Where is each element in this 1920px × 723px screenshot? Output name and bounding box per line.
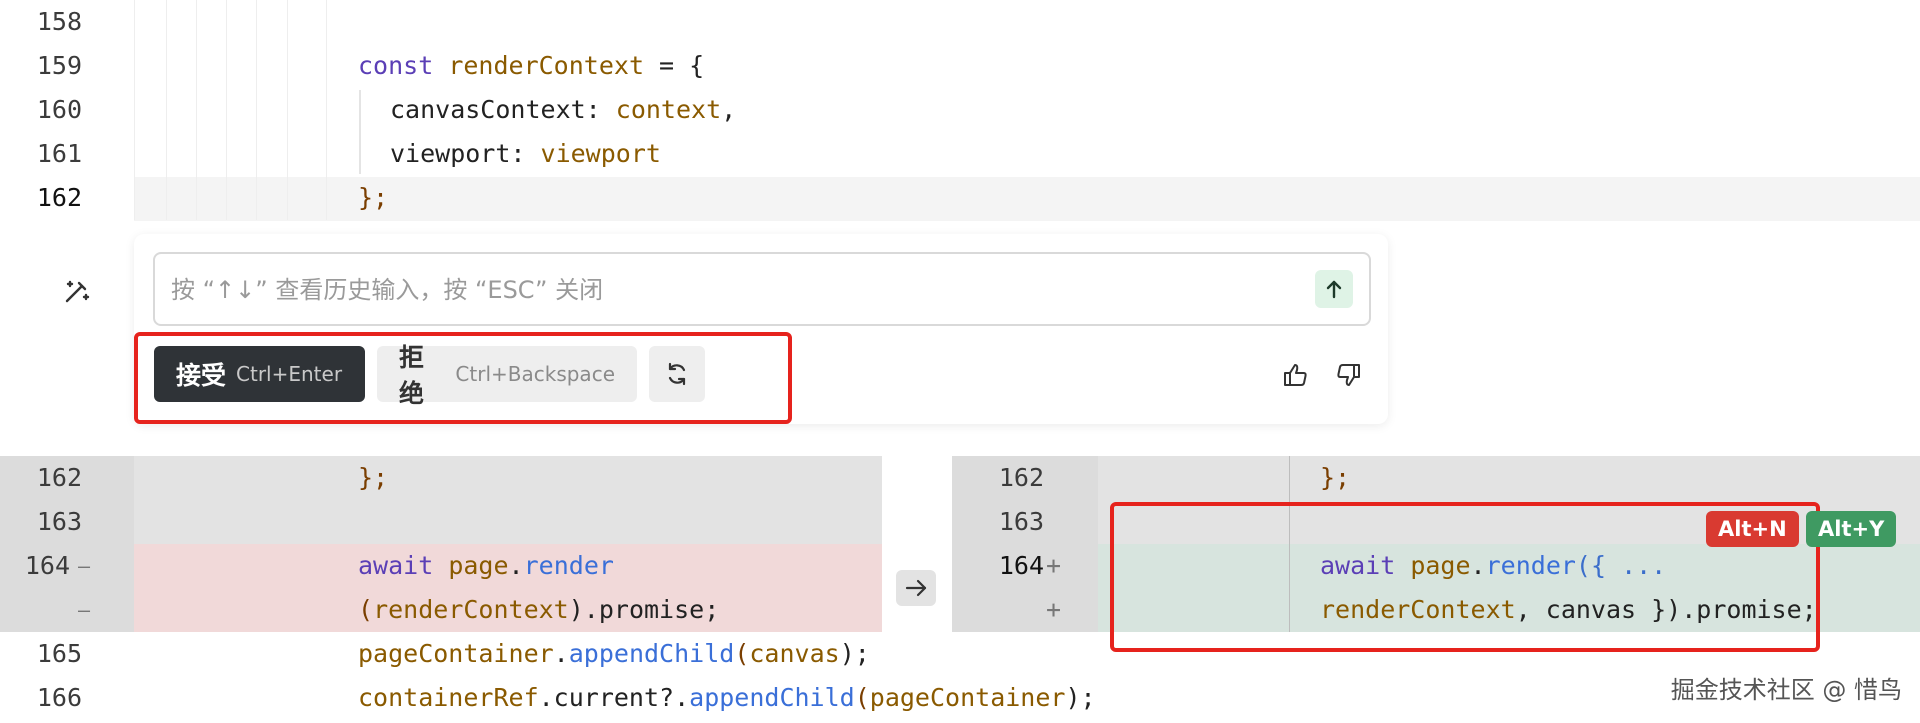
code-text: (renderContext).promise;	[358, 588, 719, 632]
code-text: };	[1320, 463, 1351, 492]
line-number: 161	[36, 139, 82, 168]
code-punct: );	[839, 639, 870, 668]
accept-shortcut-badge[interactable]: Alt+Y	[1806, 511, 1897, 547]
line-number: 162	[36, 183, 82, 212]
function-name: appendChild	[689, 683, 855, 712]
code-punct: ).promise;	[568, 595, 720, 624]
code-text: const renderContext = {	[358, 44, 704, 88]
code-text: containerRef.current?.appendChild(pageCo…	[358, 676, 1096, 720]
left-context-bg	[134, 456, 882, 544]
line-number: 164	[998, 551, 1044, 580]
line-number: 163	[36, 507, 82, 536]
arrow-right-icon	[904, 578, 928, 598]
magic-wand-icon[interactable]	[62, 276, 92, 306]
identifier: renderContext	[448, 51, 644, 80]
code-punct: );	[1065, 683, 1096, 712]
code-punct: (	[734, 639, 750, 668]
thumbs-up-button[interactable]	[1280, 360, 1310, 390]
highlight-box-actions	[134, 332, 792, 424]
code-text: pageContainer.appendChild(canvas);	[358, 632, 870, 676]
arrow-up-icon	[1323, 278, 1345, 300]
removed-marker: —	[78, 598, 91, 622]
object-indent-guide	[359, 90, 361, 174]
apply-change-button[interactable]	[896, 570, 936, 606]
line-number: 159	[36, 51, 82, 80]
identifier: pageContainer	[358, 639, 554, 668]
code-punct: (	[854, 683, 870, 712]
value: context	[615, 95, 722, 124]
line-number: 165	[36, 639, 82, 668]
function-name: appendChild	[568, 639, 735, 668]
identifier: containerRef	[358, 683, 539, 712]
added-marker: +	[1046, 595, 1062, 624]
reject-shortcut-badge[interactable]: Alt+N	[1706, 511, 1799, 547]
line-number: 160	[36, 95, 82, 124]
line-number: 166	[36, 683, 82, 712]
line-number: 162	[998, 463, 1044, 492]
line-number: 164	[24, 551, 70, 580]
prompt-input[interactable]	[169, 254, 1273, 326]
code-punct: = {	[644, 51, 705, 80]
code-punct: (	[358, 595, 374, 624]
thumbs-down-button[interactable]	[1334, 360, 1364, 390]
thumbs-up-icon	[1280, 364, 1310, 396]
code-text: };	[358, 183, 389, 212]
identifier: page	[448, 551, 509, 580]
identifier: renderContext	[373, 595, 569, 624]
code-text: await page.render	[358, 544, 614, 588]
line-number: 162	[36, 463, 82, 492]
code-punct: .current?.	[538, 683, 690, 712]
code-text: };	[358, 463, 389, 492]
indent-guides	[0, 0, 1920, 220]
keyword: const	[358, 51, 434, 80]
code-text: viewport: viewport	[390, 132, 661, 176]
line-number: 163	[998, 507, 1044, 536]
value: viewport	[540, 139, 661, 168]
thumbs-down-icon	[1334, 364, 1364, 396]
code-text: canvasContext: context,	[390, 88, 736, 132]
identifier: pageContainer	[869, 683, 1066, 712]
code-punct: .	[553, 639, 569, 668]
removed-marker: —	[78, 554, 91, 578]
code-punct: .	[508, 551, 524, 580]
line-number: 158	[36, 7, 82, 36]
prompt-input-box[interactable]	[153, 252, 1371, 326]
property: viewport:	[390, 139, 541, 168]
identifier: canvas	[749, 639, 840, 668]
code-punct: ,	[721, 95, 737, 124]
keyword: await	[358, 551, 434, 580]
added-marker: +	[1046, 551, 1062, 580]
property: canvasContext:	[390, 95, 616, 124]
function-name: render	[523, 551, 614, 580]
watermark: 掘金技术社区 @ 惜鸟	[1670, 676, 1902, 704]
send-button[interactable]	[1315, 270, 1353, 308]
